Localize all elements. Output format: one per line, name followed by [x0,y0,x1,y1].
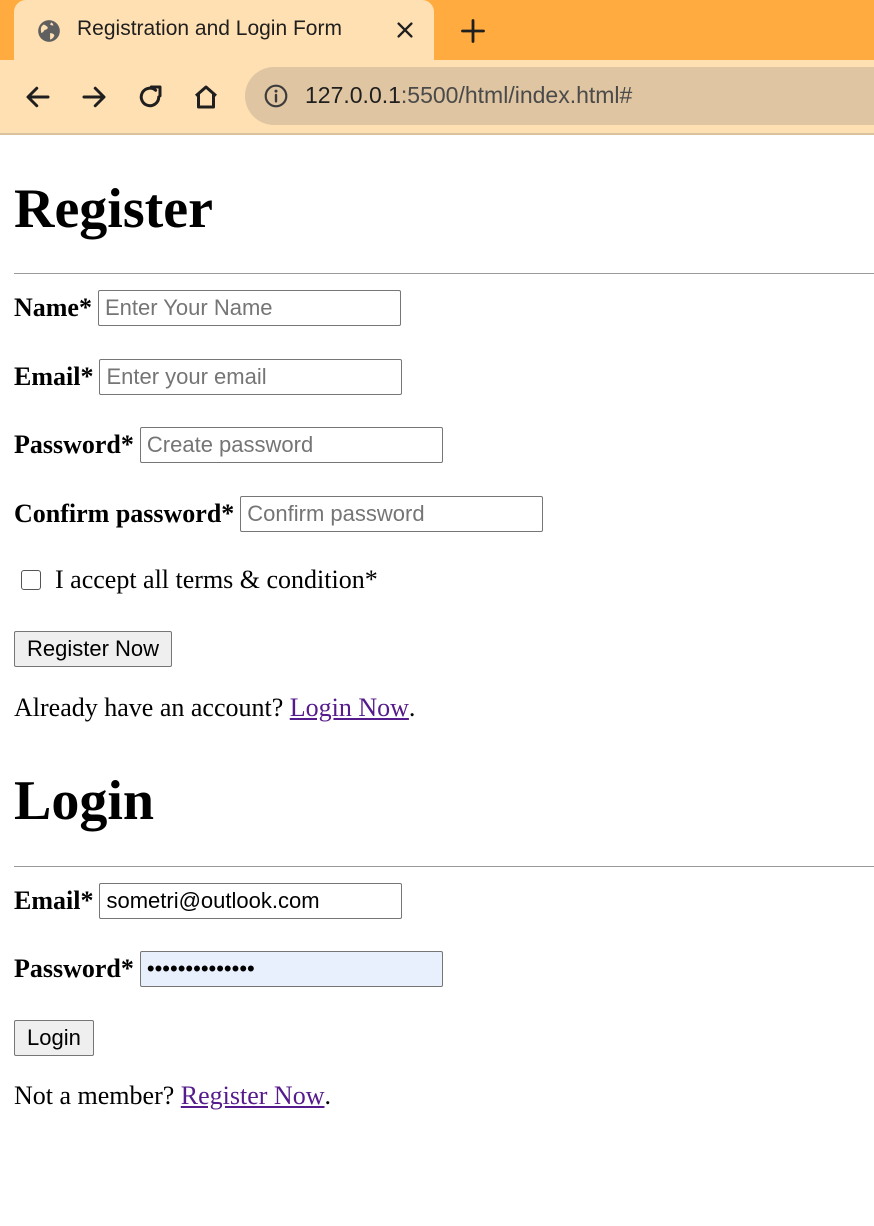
url-text: 127.0.0.1:5500/html/index.html# [305,82,632,109]
url-host: 127.0.0.1 [305,82,401,108]
terms-checkbox[interactable] [21,570,41,590]
browser-tab[interactable]: Registration and Login Form [14,0,434,60]
register-heading: Register [14,178,214,240]
register-now-link[interactable]: Register Now [181,1081,325,1111]
login-password-row: Password* [14,951,443,987]
login-submit-row: Login [14,1020,94,1056]
register-footer-end: . [408,693,416,722]
register-now-button[interactable]: Register Now [14,631,173,667]
reload-icon[interactable] [135,82,165,112]
login-email-row: Email* [14,883,403,919]
login-footer: Not a member? Register Now. [14,1081,331,1111]
login-heading: Login [14,770,155,832]
back-arrow-icon[interactable] [23,82,53,112]
browser-toolbar: 127.0.0.1:5500/html/index.html# [0,60,874,135]
tab-title: Registration and Login Form [77,17,342,40]
login-footer-text: Not a member? [14,1081,181,1110]
email-label: Email* [14,362,94,391]
register-footer-text: Already have an account? [14,693,290,722]
terms-label: I accept all terms & condition* [55,565,378,594]
register-submit-row: Register Now [14,631,173,667]
login-footer-end: . [324,1081,331,1110]
home-icon[interactable] [191,82,221,112]
login-email-label: Email* [14,886,94,915]
register-footer: Already have an account? Login Now. [14,693,415,723]
globe-icon [38,20,60,42]
register-confirm-row: Confirm password* [14,496,544,532]
login-now-link[interactable]: Login Now [290,693,409,723]
password-label: Password* [14,430,134,459]
confirm-password-label: Confirm password* [14,499,235,528]
register-password-input[interactable] [139,427,443,463]
login-password-input[interactable] [139,951,443,987]
register-confirm-input[interactable] [240,496,544,532]
site-info-icon[interactable] [263,83,289,109]
name-label: Name* [14,293,92,322]
register-password-row: Password* [14,427,443,463]
login-divider [14,866,874,867]
login-email-input[interactable] [99,883,403,919]
register-name-row: Name* [14,290,401,326]
login-password-label: Password* [14,954,134,983]
url-path: :5500/html/index.html# [400,82,633,108]
address-bar[interactable]: 127.0.0.1:5500/html/index.html# [245,67,874,125]
terms-row: I accept all terms & condition* [14,565,378,595]
register-name-input[interactable] [97,290,401,326]
register-email-input[interactable] [99,359,403,395]
close-tab-icon[interactable] [394,19,416,41]
new-tab-icon[interactable] [459,17,487,45]
register-email-row: Email* [14,359,403,395]
forward-arrow-icon[interactable] [79,82,109,112]
tab-strip: Registration and Login Form [0,0,874,60]
register-divider [14,273,874,274]
login-button[interactable]: Login [14,1020,94,1056]
